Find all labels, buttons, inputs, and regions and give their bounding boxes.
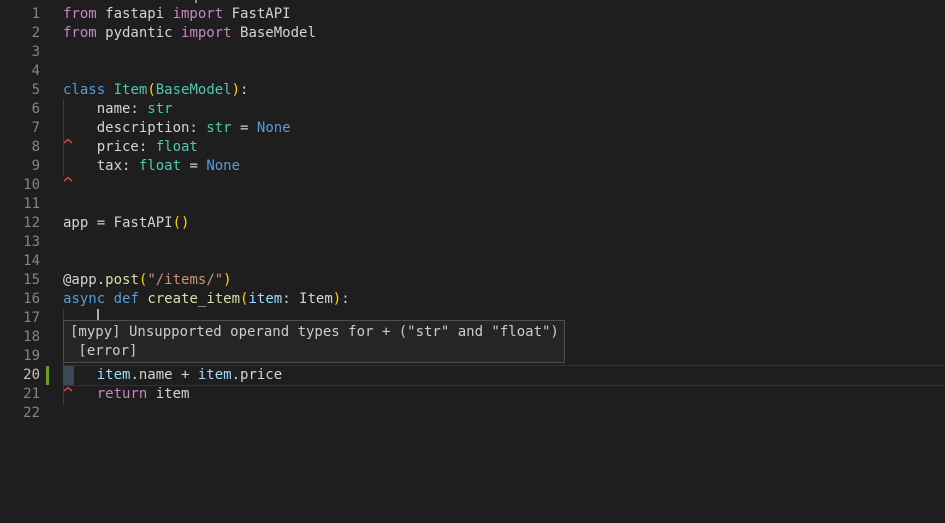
code-line[interactable]: 20 item.name + item.price — [0, 366, 945, 385]
code-line[interactable]: 15 @app.post("/items/") — [0, 271, 945, 290]
code-line[interactable]: 16 async def create_item(item: Item): — [0, 290, 945, 309]
code-line[interactable]: 12 app = FastAPI() — [0, 214, 945, 233]
line-number[interactable]: 21 — [0, 385, 40, 404]
line-number[interactable]: 22 — [0, 404, 40, 423]
error-squiggle-icon — [63, 380, 74, 386]
code-line[interactable]: 8 price: float — [0, 138, 945, 157]
line-number[interactable]: 19 — [0, 347, 40, 366]
line-number[interactable]: 4 — [0, 62, 40, 81]
line-number[interactable]: 1 — [0, 5, 40, 24]
line-number[interactable]: 11 — [0, 195, 40, 214]
code-line[interactable]: 1 from fastapi import FastAPI — [0, 5, 945, 24]
code-text: price: float — [63, 139, 198, 155]
code-line[interactable]: 10 — [0, 176, 945, 195]
line-number[interactable]: 9 — [0, 157, 40, 176]
code-line[interactable]: 11 — [0, 195, 945, 214]
code-line[interactable]: 6 name: str — [0, 100, 945, 119]
line-number[interactable]: 18 — [0, 328, 40, 347]
line-number[interactable]: 10 — [0, 176, 40, 195]
error-squiggle-icon — [63, 170, 74, 176]
code-text: async def create_item(item: Item): — [63, 291, 350, 307]
code-text: name: str — [63, 101, 173, 117]
line-number[interactable]: 20 — [0, 366, 40, 385]
line-number[interactable]: 7 — [0, 119, 40, 138]
line-number[interactable]: 12 — [0, 214, 40, 233]
code-text: class Item(BaseModel): — [63, 82, 248, 98]
code-text: item.name + item.price — [63, 367, 282, 383]
line-number[interactable]: 5 — [0, 81, 40, 100]
code-text: return item — [63, 386, 189, 402]
tooltip-severity: [error] — [70, 342, 558, 361]
line-number[interactable]: 15 — [0, 271, 40, 290]
line-number[interactable]: 2 — [0, 24, 40, 43]
code-line[interactable]: 22 — [0, 404, 945, 423]
tooltip-message: [mypy] Unsupported operand types for + (… — [70, 323, 558, 342]
code-text: tax: float = None — [63, 158, 240, 174]
line-number[interactable]: 14 — [0, 252, 40, 271]
error-squiggle-icon — [63, 132, 74, 138]
line-number[interactable]: 13 — [0, 233, 40, 252]
diagnostic-hover-tooltip[interactable]: [mypy] Unsupported operand types for + (… — [63, 320, 565, 363]
code-line[interactable]: 2 from pydantic import BaseModel — [0, 24, 945, 43]
line-number[interactable]: 8 — [0, 138, 40, 157]
code-text: from fastapi import FastAPI — [63, 6, 291, 22]
code-line[interactable]: 21 return item — [0, 385, 945, 404]
code-text: description: str = None — [63, 120, 291, 136]
code-line[interactable]: 14 — [0, 252, 945, 271]
code-line[interactable]: 9 tax: float = None — [0, 157, 945, 176]
line-number[interactable]: 3 — [0, 43, 40, 62]
code-line[interactable]: 13 — [0, 233, 945, 252]
code-text: app = FastAPI() — [63, 215, 189, 231]
code-text: from pydantic import BaseModel — [63, 25, 316, 41]
viewport-top-artifact — [195, 0, 197, 3]
code-editor: 1 from fastapi import FastAPI 2 from pydant… — [0, 0, 945, 523]
code-line[interactable]: 5 class Item(BaseModel): — [0, 81, 945, 100]
code-text: @app.post("/items/") — [63, 272, 232, 288]
line-number[interactable]: 6 — [0, 100, 40, 119]
line-number[interactable]: 17 — [0, 309, 40, 328]
code-line[interactable]: 3 — [0, 43, 945, 62]
code-line[interactable]: 4 — [0, 62, 945, 81]
modified-line-indicator — [46, 366, 49, 385]
line-number[interactable]: 16 — [0, 290, 40, 309]
code-line[interactable]: 7 description: str = None — [0, 119, 945, 138]
